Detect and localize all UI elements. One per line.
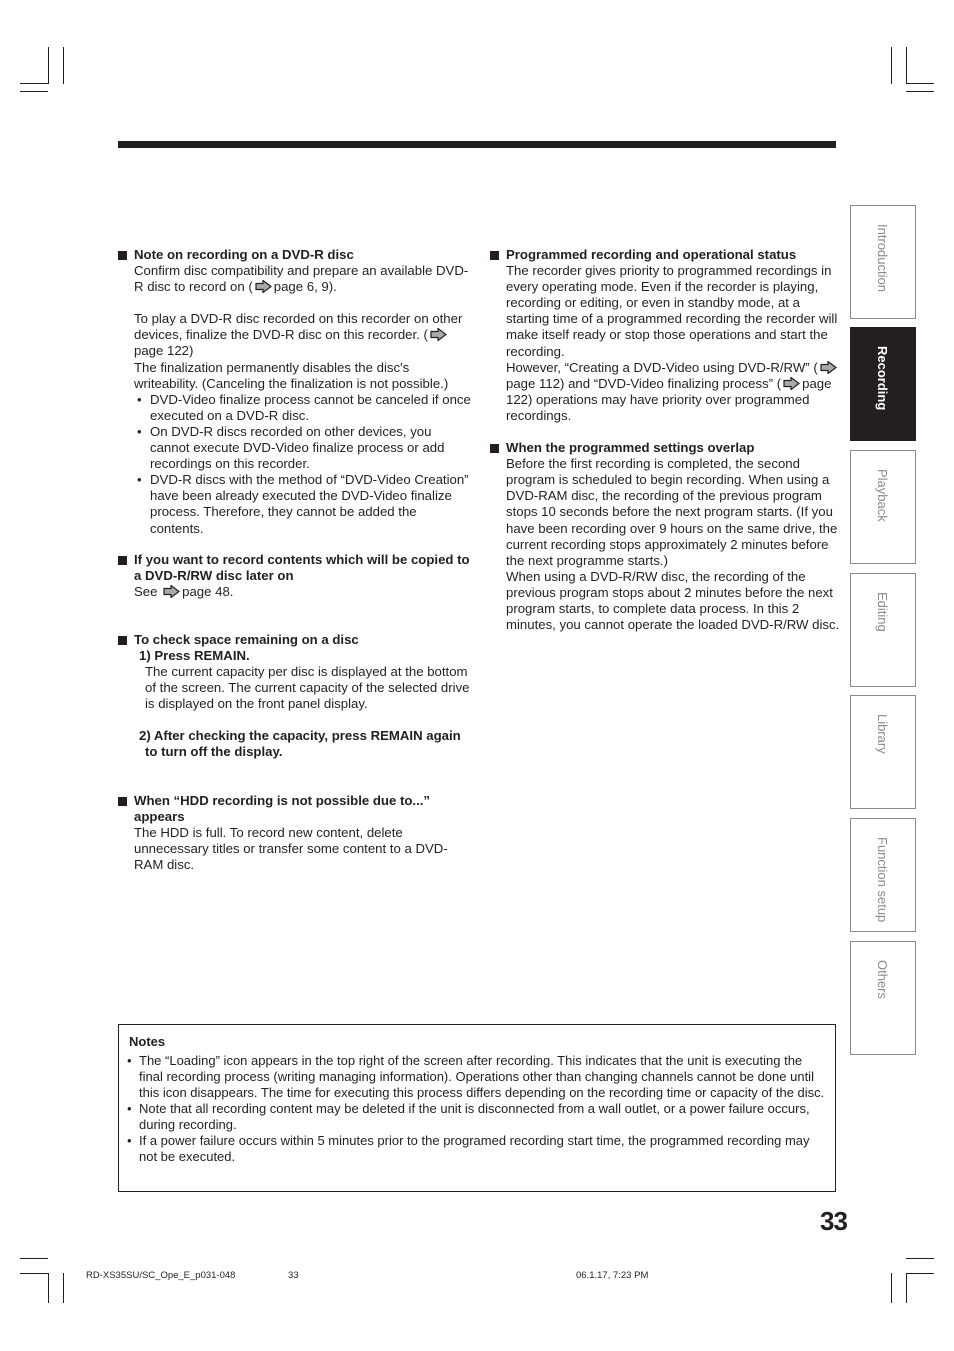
header-rule <box>118 141 836 148</box>
tab-label: Library <box>875 714 891 754</box>
crop-mark <box>891 1273 892 1303</box>
tab-label: Introduction <box>875 224 891 292</box>
crop-mark <box>906 1273 934 1274</box>
footer-timestamp: 06.1.17, 7:23 PM <box>576 1270 649 1281</box>
page-number: 33 <box>820 1206 848 1236</box>
notes-list: • The “Loading” icon appears in the top r… <box>127 1053 827 1165</box>
note-item: • The “Loading” icon appears in the top r… <box>127 1053 825 1100</box>
arrow-right-icon <box>820 360 837 374</box>
crop-mark <box>48 47 49 84</box>
crop-mark <box>20 1258 48 1259</box>
tab-recording[interactable]: Recording <box>850 327 916 441</box>
step-body: The current capacity per disc is display… <box>145 664 470 712</box>
step-label: 2) After checking the capacity, press RE… <box>139 728 461 760</box>
paragraph: Confirm disc compatibility and prepare a… <box>134 263 469 295</box>
crop-mark <box>20 1273 48 1274</box>
section-check-space: To check space remaining on a disc 1) Pr… <box>118 632 473 761</box>
right-column: Programmed recording and operational sta… <box>490 247 840 633</box>
crop-mark <box>20 83 48 84</box>
crop-mark <box>906 1258 934 1259</box>
tab-label: Function setup <box>875 837 891 923</box>
arrow-right-icon <box>163 584 181 598</box>
section-settings-overlap: When the programmed settings overlap Bef… <box>490 440 840 633</box>
paragraph: However, “Creating a DVD-Video using DVD… <box>506 360 840 424</box>
section-heading: Programmed recording and operational sta… <box>506 247 797 262</box>
arrow-right-icon <box>783 376 801 390</box>
tab-function-setup[interactable]: Function setup <box>850 818 916 932</box>
bullet-item: • DVD-R discs with the method of “DVD-Vid… <box>137 472 469 536</box>
section-heading: When the programmed settings overlap <box>506 440 755 456</box>
crop-mark <box>63 47 64 84</box>
paragraph: Before the first recording is completed,… <box>506 456 838 568</box>
section-copy-later: If you want to record contents which wil… <box>118 552 473 600</box>
tab-label: Recording <box>875 346 891 411</box>
paragraph: To play a DVD-R disc recorded on this re… <box>134 311 463 359</box>
footer-page: 33 <box>288 1270 299 1281</box>
tab-introduction[interactable]: Introduction <box>850 205 916 319</box>
crop-mark <box>906 83 934 84</box>
paragraph: The finalization permanently disables th… <box>134 359 449 391</box>
section-dvdr-note: Note on recording on a DVD-R disc Confir… <box>118 247 473 537</box>
crop-mark <box>906 47 907 84</box>
paragraph: The HDD is full. To record new content, … <box>134 824 448 872</box>
bullet-item: • DVD-Video finalize process cannot be ca… <box>137 391 471 423</box>
left-column: Note on recording on a DVD-R disc Confir… <box>118 247 473 873</box>
tab-playback[interactable]: Playback <box>850 450 916 564</box>
tab-others[interactable]: Others <box>850 941 916 1055</box>
tab-editing[interactable]: Editing <box>850 573 916 687</box>
black-square-icon <box>118 796 127 806</box>
crop-mark <box>906 1273 907 1303</box>
bullet-icon: • <box>137 472 142 488</box>
crop-mark <box>63 1273 64 1303</box>
crop-mark <box>20 91 48 92</box>
bullet-icon: • <box>127 1133 132 1148</box>
tab-label: Others <box>875 960 891 1000</box>
notes-title: Notes <box>129 1034 166 1049</box>
bullet-item: • On DVD-R discs recorded on other device… <box>137 423 445 472</box>
tab-label: Playback <box>875 469 891 522</box>
paragraph: See page 48. <box>134 583 234 599</box>
section-hdd-full: When “HDD recording is not possible due … <box>118 793 473 873</box>
note-item: • Note that all recording content may be … <box>127 1101 810 1132</box>
black-square-icon <box>118 251 127 260</box>
crop-mark <box>891 47 892 84</box>
section-heading: If you want to record contents which wil… <box>134 551 470 583</box>
crop-mark <box>906 91 934 92</box>
black-square-icon <box>490 251 499 260</box>
crop-mark <box>48 1273 49 1303</box>
paragraph: The recorder gives priority to programme… <box>506 263 838 359</box>
black-square-icon <box>118 555 127 565</box>
step-label: 1) Press REMAIN. <box>139 647 250 663</box>
footer-filename: RD-XS35SU/SC_Ope_E_p031-048 <box>86 1270 236 1281</box>
black-square-icon <box>490 444 499 454</box>
arrow-right-icon <box>430 328 447 342</box>
bullet-icon: • <box>137 391 142 407</box>
bullet-icon: • <box>137 423 142 439</box>
black-square-icon <box>118 635 127 645</box>
arrow-right-icon <box>255 280 272 294</box>
notes-box: Notes • The “Loading” icon appears in the… <box>118 1024 836 1192</box>
note-item: • If a power failure occurs within 5 minu… <box>127 1133 810 1164</box>
section-heading: Note on recording on a DVD-R disc <box>134 247 354 262</box>
section-heading: When “HDD recording is not possible due … <box>134 792 430 824</box>
bullet-icon: • <box>127 1101 132 1116</box>
section-heading: To check space remaining on a disc <box>134 631 359 647</box>
tab-label: Editing <box>875 592 891 632</box>
section-programmed-status: Programmed recording and operational sta… <box>490 247 840 424</box>
tab-library[interactable]: Library <box>850 695 916 809</box>
paragraph: When using a DVD-R/RW disc, the recordin… <box>506 568 840 633</box>
bullet-icon: • <box>127 1053 132 1068</box>
